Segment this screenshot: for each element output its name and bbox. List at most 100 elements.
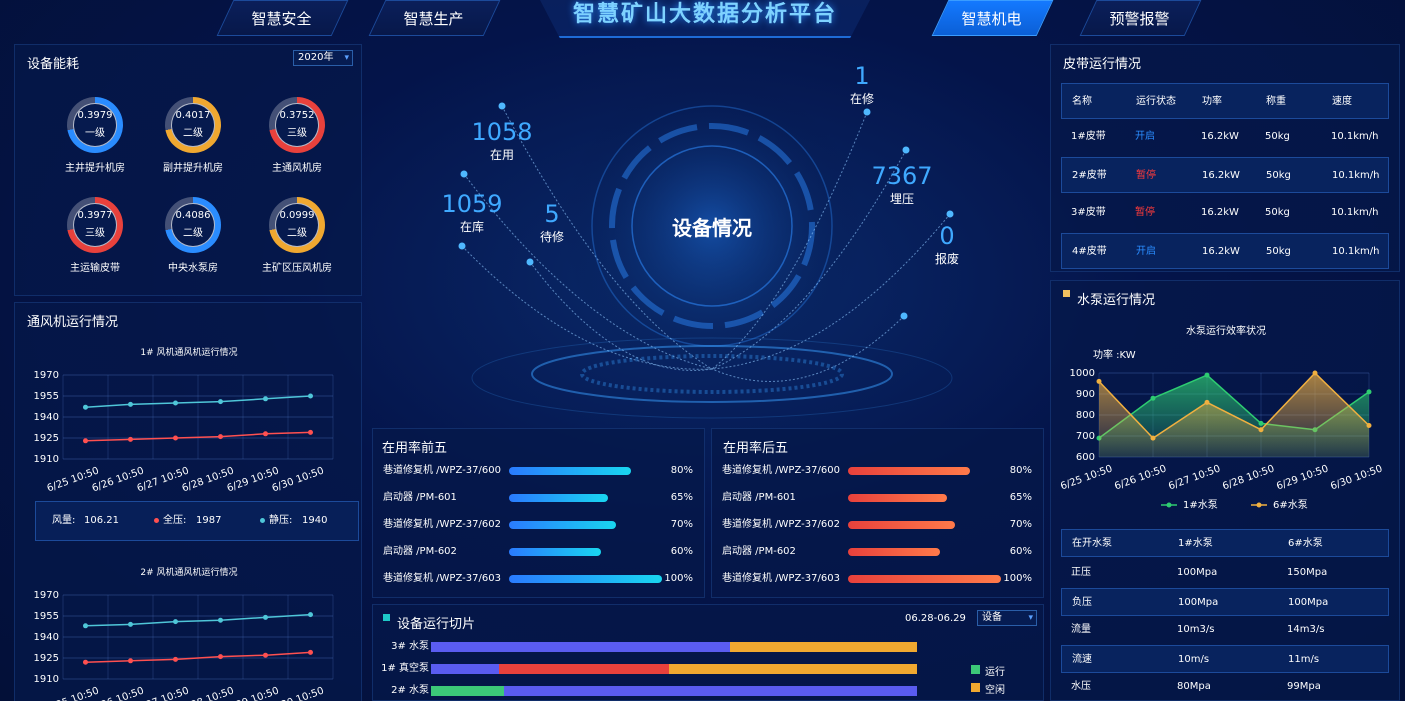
gauge-name: 主通风机房 (272, 163, 322, 174)
device-select[interactable]: 设备 (977, 610, 1037, 626)
belt-cell: 16.2kW (1202, 170, 1240, 181)
equipment-stat: 1 在修 (830, 62, 894, 107)
fan-stats-box: 风量: 106.21 全压: 1987 静压: 1940 (35, 501, 359, 541)
data-point (128, 401, 133, 407)
pump-cell: 流量 (1071, 624, 1091, 636)
gauge-name: 主井提升机房 (65, 163, 125, 174)
usage-name: 启动器 /PM-602 (383, 546, 457, 557)
slice-name: 3# 水泵 (391, 641, 429, 652)
slice-segment (431, 686, 504, 696)
y-tick-label: 1910 (34, 454, 59, 465)
pump-cell: 14m3/s (1287, 624, 1325, 636)
energy-gauge: 0.3752 三级 主通风机房 (247, 97, 347, 174)
data-point (1204, 372, 1210, 378)
belt-row: 4#皮带 开启 16.2kW 50kg 10.1km/h (1061, 233, 1389, 269)
equipment-stat-label: 待修 (539, 230, 564, 244)
device-select-value: 设备 (982, 612, 1002, 623)
legend-running-swatch (971, 665, 980, 674)
connector-dot (526, 258, 534, 266)
usage-name: 巷道修复机 /WPZ-37/600 (722, 465, 840, 476)
pump-chart-title: 水泵运行效率状况 (1186, 326, 1266, 337)
legend-idle-swatch (971, 683, 980, 692)
data-point (308, 649, 313, 655)
pump-row: 正压 100Mpa 150Mpa (1061, 559, 1389, 587)
pump-cell: 150Mpa (1287, 567, 1328, 578)
tab-smart-electromech[interactable]: 智慧机电 (931, 0, 1054, 36)
data-point (1258, 427, 1264, 433)
pump-cell: 80Mpa (1177, 681, 1211, 693)
pump-cell: 100Mpa (1178, 596, 1219, 608)
belt-row: 2#皮带 暂停 16.2kW 50kg 10.1km/h (1061, 157, 1389, 193)
belt-cell: 50kg (1265, 131, 1290, 142)
pump-panel: 水泵运行情况 水泵运行效率状况 功率 :KW 600 700 800 900 1000 6… (1050, 280, 1400, 701)
year-select[interactable]: 2020年 (293, 50, 353, 66)
data-point (308, 393, 313, 399)
equipment-stat: 1058 在用 (470, 118, 534, 163)
pump-cell: 负压 (1072, 596, 1092, 608)
data-point (218, 654, 223, 660)
belt-cell: 50kg (1265, 207, 1290, 218)
slices-date: 06.28-06.29 (905, 613, 966, 624)
legend-running: 运行 (971, 663, 1005, 681)
belt-row: 3#皮带 暂停 16.2kW 50kg 10.1km/h (1061, 195, 1389, 231)
pump-row: 流速 10m/s 11m/s (1061, 644, 1389, 673)
y-tick-label: 800 (1076, 410, 1095, 421)
connector-dot (460, 170, 468, 178)
tab-label: 智慧生产 (404, 10, 465, 28)
gauge-ring: 0.3979 一级 (67, 97, 123, 153)
gauge-name: 中央水泵房 (168, 263, 218, 274)
usage-pct: 80% (670, 465, 693, 476)
wind-value: 106.21 (84, 515, 119, 526)
equipment-stat: 1059 在库 (440, 190, 504, 235)
belt-cell: 50kg (1266, 246, 1291, 257)
usage-pct: 80% (1009, 465, 1032, 476)
gauge-ring: 0.0999 二级 (269, 197, 325, 253)
usage-bar (848, 521, 956, 529)
pump-cell: 水压 (1071, 681, 1091, 693)
usage-name: 启动器 /PM-601 (383, 492, 457, 503)
equipment-visual: 设备情况 1058 在用 1059 在库 5 待修 1 在修 7367 埋压 0 报废 (370, 44, 1044, 428)
connector-dot (946, 210, 954, 218)
static-pressure-dot (260, 518, 265, 523)
data-point (308, 429, 313, 435)
legend-marker (1166, 502, 1172, 508)
equipment-stat-value: 7367 (871, 162, 933, 190)
belt-title: 皮带运行情况 (1063, 57, 1142, 72)
belt-cell: 开启 (1135, 131, 1155, 142)
usage-row: 启动器 /PM-602 60% (722, 544, 1040, 560)
data-point (1150, 395, 1156, 401)
pump-cell: 99Mpa (1287, 681, 1321, 693)
energy-title: 设备能耗 (27, 57, 80, 72)
connector-dot (863, 108, 871, 116)
usage-bar (848, 494, 948, 502)
fan1-line-chart: 191019251940195519706/25 10:506/26 10:50… (34, 370, 334, 491)
y-tick-label: 1955 (34, 391, 59, 402)
data-point (83, 659, 88, 665)
legend-idle-label: 空闲 (985, 685, 1005, 696)
equipment-stat-label: 在库 (459, 220, 484, 234)
x-tick-label: 6/25 10:50 (46, 685, 101, 701)
energy-panel: 设备能耗 2020年 0.3979一级主井提升机房0.4017二级副井提升机房0… (14, 44, 362, 296)
belt-cell: 4#皮带 (1072, 246, 1107, 257)
legend-idle: 空闲 (971, 681, 1005, 699)
x-tick-label: 6/26 10:50 (1113, 463, 1168, 492)
x-tick-label: 6/30 10:50 (1329, 463, 1384, 492)
usage-row: 巷道修复机 /WPZ-37/600 80% (383, 463, 701, 479)
usage-row: 巷道修复机 /WPZ-37/600 80% (722, 463, 1040, 479)
belt-header-cell: 功率 (1202, 96, 1222, 107)
tab-warning-alarm[interactable]: 预警报警 (1079, 0, 1202, 36)
tab-label: 智慧安全 (252, 10, 313, 28)
belt-cell: 1#皮带 (1071, 131, 1106, 142)
tab-smart-safety[interactable]: 智慧安全 (216, 0, 349, 36)
slice-segment (431, 642, 730, 652)
slice-row: 1# 真空泵 (373, 663, 933, 675)
data-point (218, 399, 223, 405)
page-title: 智慧矿山大数据分析平台 (572, 2, 837, 27)
tab-smart-production[interactable]: 智慧生产 (368, 0, 501, 36)
usage-bar (848, 467, 971, 475)
slices-title-marker (383, 614, 390, 621)
y-tick-label: 600 (1076, 452, 1095, 463)
gauge-value: 0.3977 (77, 210, 113, 221)
gauge-name: 副井提升机房 (163, 163, 223, 174)
pump-row: 负压 100Mpa 100Mpa (1061, 587, 1389, 616)
